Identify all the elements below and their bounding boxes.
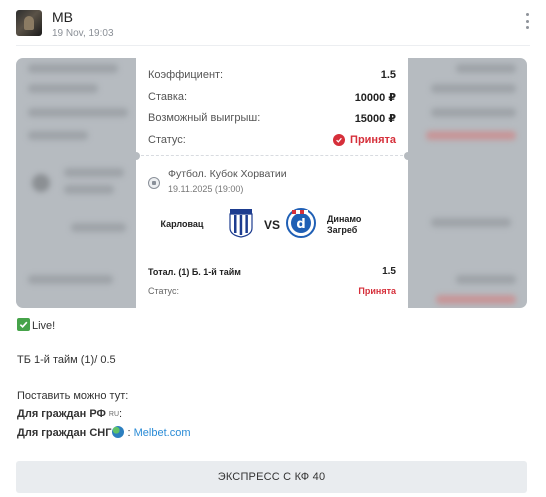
post-header: MB 19 Nov, 19:03 (16, 8, 530, 46)
post-date: 19 Nov, 19:03 (52, 28, 114, 39)
coefficient-row: Коэффициент: 1.5 (148, 67, 396, 83)
globe-icon (112, 426, 125, 438)
bet-selection-row: Тотал. (1) Б. 1-й тайм 1.5 (148, 266, 396, 277)
russia-flag-icon: RU (108, 411, 120, 418)
bet-description: ТБ 1-й тайм (1)/ 0.5 (17, 354, 116, 366)
author-name[interactable]: MB (52, 9, 73, 25)
bet-ticket: Коэффициент: 1.5 Ставка: 10000 ₽ Возможн… (132, 58, 412, 308)
bet-selection-name: Тотал. (1) Б. 1-й тайм (148, 266, 241, 277)
away-team-name: Динамо Загреб (327, 214, 377, 236)
bet-slip-image[interactable]: Коэффициент: 1.5 Ставка: 10000 ₽ Возможн… (16, 58, 527, 308)
rf-citizens-line: Для граждан РФ RU: (17, 408, 122, 420)
dinamo-zagreb-crest-icon: d (286, 208, 316, 238)
cis-suffix: : (127, 427, 131, 439)
ticket-notch-left (132, 152, 140, 160)
possible-win-row: Возможный выигрыш: 15000 ₽ (148, 110, 396, 126)
status-value: Принята (350, 134, 396, 146)
more-options-icon[interactable] (524, 13, 530, 29)
live-text: Live! (32, 320, 56, 332)
cis-citizens-label: Для граждан СНГ (17, 427, 112, 439)
status-label: Статус: (148, 134, 186, 146)
away-team-line-2: Загреб (327, 225, 358, 235)
check-box-icon (17, 318, 30, 331)
svg-text:d: d (296, 217, 305, 232)
stake-row: Ставка: 10000 ₽ (148, 89, 396, 105)
versus-label: VS (264, 218, 281, 232)
status-badge: Принята (333, 134, 396, 146)
avatar[interactable] (16, 10, 42, 36)
away-team-line-1: Динамо (327, 214, 362, 224)
possible-win-value: 15000 ₽ (354, 112, 396, 125)
rf-suffix: : (119, 408, 123, 420)
coefficient-label: Коэффициент: (148, 69, 224, 81)
match-date: 19.11.2025 (19:00) (168, 184, 244, 194)
home-team-name: Карловац (160, 219, 204, 229)
status-row: Статус: Принята (148, 132, 396, 148)
place-bet-text: Поставить можно тут: (17, 390, 129, 402)
stake-label: Ставка: (148, 91, 188, 103)
coefficient-value: 1.5 (380, 69, 396, 81)
melbet-link[interactable]: Melbet.com (134, 427, 191, 439)
bet-status-label: Статус: (148, 286, 179, 296)
karlovac-crest-icon (229, 208, 253, 238)
bet-status-row: Статус: Принята (148, 286, 396, 296)
rf-citizens-label: Для граждан РФ (17, 408, 106, 420)
possible-win-label: Возможный выигрыш: (148, 112, 261, 124)
live-line: Live! (17, 318, 55, 332)
ticket-notch-right (404, 152, 412, 160)
cis-citizens-line: Для граждан СНГ : Melbet.com (17, 426, 191, 439)
bet-status-value: Принята (358, 286, 396, 296)
ticket-summary: Коэффициент: 1.5 Ставка: 10000 ₽ Возможн… (136, 58, 408, 156)
stake-value: 10000 ₽ (354, 91, 396, 104)
express-button[interactable]: ЭКСПРЕСС С КФ 40 (16, 461, 527, 493)
bet-selection-coefficient: 1.5 (382, 266, 396, 277)
football-icon (148, 177, 160, 189)
checkmark-circle-icon (333, 134, 346, 146)
league-name: Футбол. Кубок Хорватии (168, 168, 287, 180)
